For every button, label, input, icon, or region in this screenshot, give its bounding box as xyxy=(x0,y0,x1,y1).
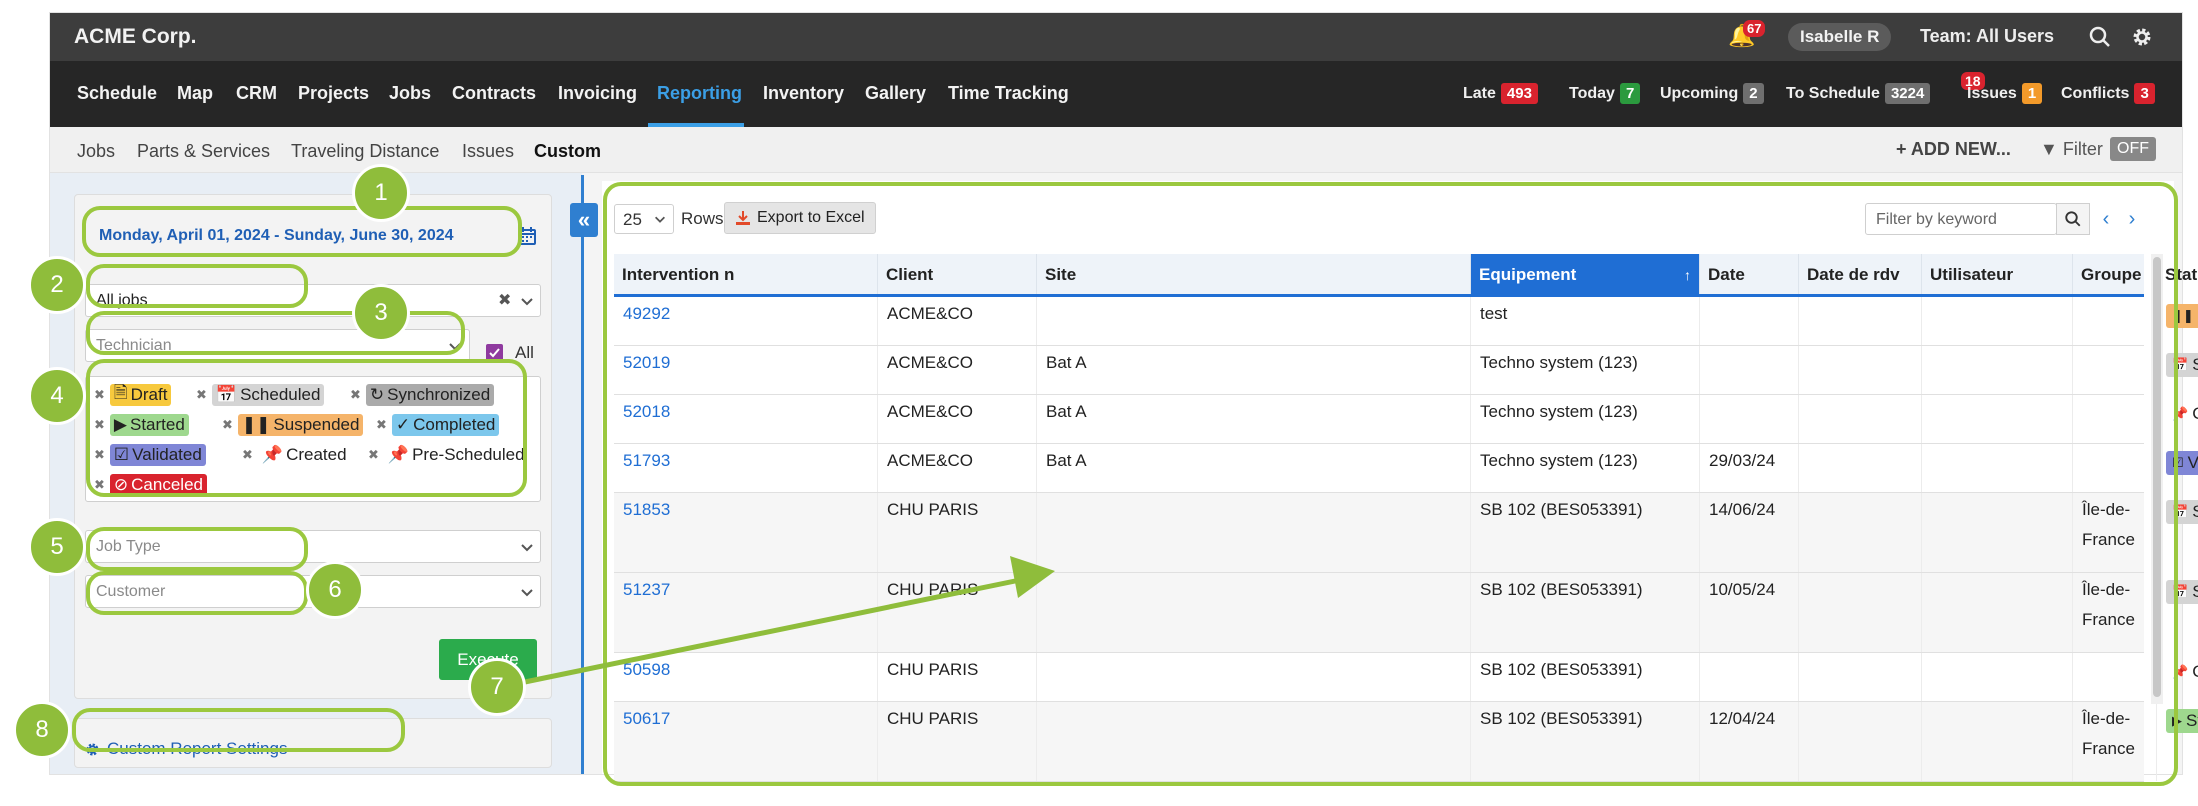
callout-8: 8 xyxy=(13,701,71,759)
callout-7: 7 xyxy=(468,658,526,716)
annotation-arrow xyxy=(519,556,1055,686)
callout-3: 3 xyxy=(352,284,410,342)
callout-2: 2 xyxy=(28,256,86,314)
callout-4: 4 xyxy=(28,367,86,425)
callout-6: 6 xyxy=(306,561,364,619)
callout-5: 5 xyxy=(28,518,86,576)
callout-1: 1 xyxy=(352,164,410,222)
app-root: ACME Corp. 🔔 67 Isabelle R Team: All Use… xyxy=(0,0,2198,806)
